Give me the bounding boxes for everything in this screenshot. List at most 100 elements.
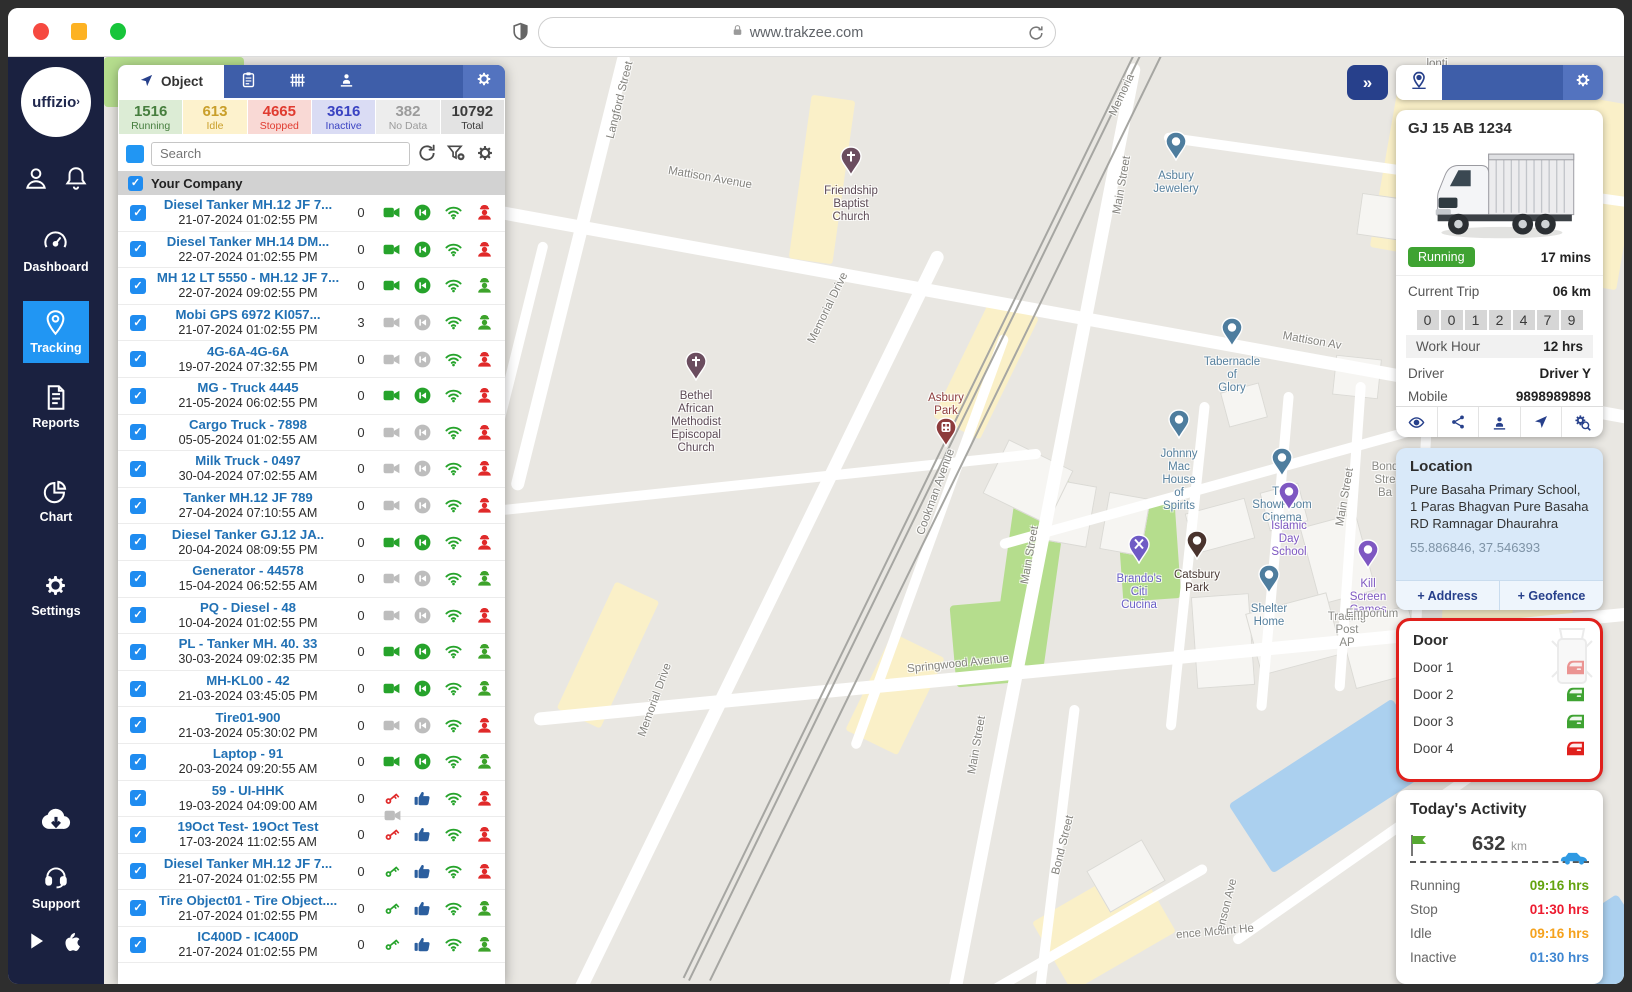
vehicle-icon-cell[interactable] [376, 203, 407, 222]
vehicle-row[interactable]: ✓MH 12 LT 5550 - MH.12 JF 7... 22-07-202… [118, 268, 505, 305]
vehicle-checkbox[interactable]: ✓ [130, 827, 146, 843]
vehicle-name[interactable]: Diesel Tanker GJ.12 JA.. [150, 527, 346, 543]
vehicle-checkbox[interactable]: ✓ [130, 790, 146, 806]
vehicle-checkbox[interactable]: ✓ [130, 937, 146, 953]
vehicle-checkbox[interactable]: ✓ [130, 571, 146, 587]
stat-running[interactable]: 1516 Running [119, 100, 182, 134]
vehicle-icon-cell[interactable] [376, 935, 407, 954]
vehicle-icon-cell[interactable] [469, 679, 500, 698]
vehicle-name[interactable]: Diesel Tanker MH.14 DM... [150, 234, 346, 250]
vehicle-row[interactable]: ✓MH-KL00 - 42 21-03-2024 03:45:05 PM0 [118, 671, 505, 708]
vehicle-icon-cell[interactable] [407, 313, 438, 332]
vehicle-icon-cell[interactable] [469, 350, 500, 369]
vehicle-name[interactable]: Tanker MH.12 JF 789 [150, 490, 346, 506]
vehicle-icon-cell[interactable] [469, 752, 500, 771]
vehicle-icon-cell[interactable] [438, 423, 469, 442]
vehicle-name[interactable]: Laptop - 91 [150, 746, 346, 762]
vehicle-icon-cell[interactable] [407, 423, 438, 442]
vehicle-name[interactable]: PQ - Diesel - 48 [150, 600, 346, 616]
vehicle-icon-cell[interactable] [376, 350, 407, 369]
vehicle-icon-cell[interactable] [407, 642, 438, 661]
vehicle-icon-cell[interactable] [376, 752, 407, 771]
panel-settings-button[interactable] [463, 65, 505, 98]
vehicle-icon-cell[interactable] [407, 679, 438, 698]
uffizio-logo[interactable]: uffizio› [21, 67, 91, 137]
vehicle-checkbox[interactable]: ✓ [130, 607, 146, 623]
vehicle-checkbox[interactable]: ✓ [130, 424, 146, 440]
vehicle-icon-cell[interactable] [376, 716, 407, 735]
vehicle-icon-cell[interactable] [407, 935, 438, 954]
vehicle-icon-cell[interactable] [376, 240, 407, 259]
vehicle-icon-cell[interactable] [407, 386, 438, 405]
islamic-day-school-pin-icon[interactable] [1278, 481, 1300, 516]
vehicle-icon-cell[interactable] [376, 679, 407, 698]
vehicle-icon-cell[interactable] [438, 679, 469, 698]
vehicle-icon-cell[interactable] [407, 350, 438, 369]
friendship-baptist-church-pin-icon[interactable] [840, 146, 862, 181]
vehicle-icon-cell[interactable] [469, 533, 500, 552]
maximize-window-icon[interactable] [110, 23, 126, 40]
vehicle-icon-cell[interactable] [407, 459, 438, 478]
vehicle-icon-cell[interactable] [438, 350, 469, 369]
vehicle-name[interactable]: Diesel Tanker MH.12 JF 7... [150, 197, 346, 213]
vehicle-icon-cell[interactable] [407, 862, 438, 881]
vehicle-icon-cell[interactable] [438, 569, 469, 588]
sidebar-item-support[interactable]: Support [8, 855, 104, 919]
tabernacle-of-glory-pin-icon[interactable] [1221, 317, 1243, 352]
vehicle-icon-cell[interactable] [407, 569, 438, 588]
vehicle-icon-cell[interactable] [376, 642, 407, 661]
vehicle-icon-cell[interactable] [407, 203, 438, 222]
tab-object[interactable]: Object [118, 65, 224, 98]
vehicle-icon-cell[interactable] [407, 825, 438, 844]
tab-poi[interactable] [322, 65, 371, 98]
sidebar-item-tracking[interactable]: Tracking [23, 301, 88, 363]
vehicle-icon-cell[interactable] [469, 825, 500, 844]
gear-search-icon[interactable] [1561, 407, 1603, 437]
eye-icon[interactable] [1396, 407, 1437, 437]
vehicle-icon-cell[interactable] [438, 935, 469, 954]
vehicle-icon-cell[interactable] [407, 752, 438, 771]
vehicle-icon-cell[interactable] [407, 899, 438, 918]
close-window-icon[interactable] [33, 23, 49, 40]
vehicle-row[interactable]: ✓Generator - 44578 15-04-2024 06:52:55 A… [118, 561, 505, 598]
filter-icon[interactable] [446, 143, 468, 165]
apple-icon[interactable] [62, 931, 84, 958]
vehicle-icon-cell[interactable] [438, 533, 469, 552]
refresh-icon[interactable] [417, 143, 439, 165]
vehicle-row[interactable]: ✓PQ - Diesel - 48 10-04-2024 01:02:55 PM… [118, 598, 505, 635]
notifications-bell-icon[interactable] [63, 165, 89, 196]
sidebar-item-dashboard[interactable]: Dashboard [23, 220, 88, 282]
vehicle-icon-cell[interactable] [407, 716, 438, 735]
vehicle-icon-cell[interactable] [407, 606, 438, 625]
vehicle-icon-cell[interactable] [407, 276, 438, 295]
vehicle-row[interactable]: ✓Diesel Tanker MH.14 DM... 22-07-2024 01… [118, 232, 505, 269]
minimize-window-icon[interactable] [71, 23, 87, 40]
vehicle-icon-cell[interactable] [438, 825, 469, 844]
vehicle-checkbox[interactable]: ✓ [130, 315, 146, 331]
vehicle-icon-cell[interactable] [438, 606, 469, 625]
vehicle-row[interactable]: ✓Tire Object01 - Tire Object.... 21-07-2… [118, 890, 505, 927]
vehicle-icon-cell[interactable] [438, 789, 469, 808]
vehicle-name[interactable]: MH 12 LT 5550 - MH.12 JF 7... [150, 270, 346, 286]
vehicle-icon-cell[interactable] [469, 203, 500, 222]
detail-settings-button[interactable] [1563, 65, 1603, 100]
vehicle-icon-cell[interactable] [438, 313, 469, 332]
vehicle-icon-cell[interactable] [469, 642, 500, 661]
vehicle-name[interactable]: Tire Object01 - Tire Object.... [150, 893, 346, 909]
vehicle-icon-cell[interactable] [438, 716, 469, 735]
vehicle-icon-cell[interactable] [407, 533, 438, 552]
vehicle-checkbox[interactable]: ✓ [130, 681, 146, 697]
vehicle-checkbox[interactable]: ✓ [130, 461, 146, 477]
vehicle-icon-cell[interactable] [376, 386, 407, 405]
vehicle-row[interactable]: ✓59 - UI-HHK 19-03-2024 04:09:00 AM0 [118, 781, 505, 818]
vehicle-icon-cell[interactable] [469, 789, 500, 808]
vehicle-checkbox[interactable]: ✓ [130, 351, 146, 367]
vehicle-row[interactable]: ✓19Oct Test- 19Oct Test 17-03-2024 11:02… [118, 817, 505, 854]
vehicle-icon-cell[interactable] [376, 276, 407, 295]
sidebar-item-chart[interactable]: Chart [23, 470, 88, 532]
vehicle-checkbox[interactable]: ✓ [130, 388, 146, 404]
vehicle-icon-cell[interactable] [376, 496, 407, 515]
stat-no-data[interactable]: 382 No Data [376, 100, 439, 134]
vehicle-row[interactable]: ✓Tire01-900 21-03-2024 05:30:02 PM0 [118, 707, 505, 744]
navigation-icon[interactable] [1520, 407, 1562, 437]
